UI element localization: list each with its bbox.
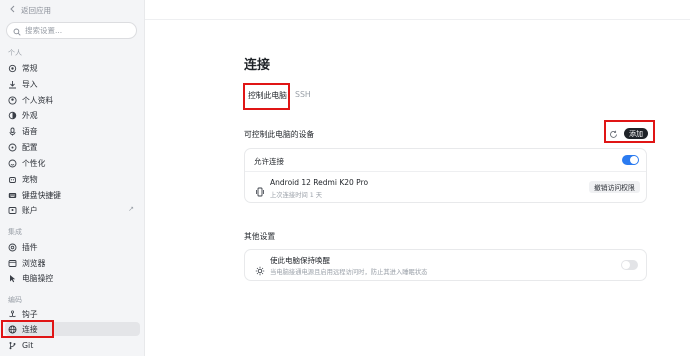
back-to-app-button[interactable]: 返回应用 — [9, 4, 51, 16]
sidebar-item-label: 个性化 — [22, 158, 46, 168]
sidebar-item-label: 插件 — [22, 242, 38, 252]
sidebar-item-label: 语音 — [22, 126, 38, 136]
sidebar-item-hooks[interactable]: 钩子 — [5, 307, 140, 321]
keep-awake-label: 使此电脑保持唤醒 — [270, 256, 330, 265]
sidebar-item-browser[interactable]: 浏览器 — [5, 256, 140, 270]
pet-icon — [8, 175, 17, 184]
sidebar-item-personalization[interactable]: 个性化 — [5, 156, 140, 170]
sidebar-item-appearance[interactable]: 外观 — [5, 108, 140, 122]
sidebar-item-import[interactable]: 导入 — [5, 77, 140, 91]
allow-connection-toggle[interactable] — [622, 155, 639, 165]
back-label: 返回应用 — [21, 5, 51, 15]
sidebar-item-general[interactable]: 常规 — [5, 61, 140, 75]
sidebar-item-profile[interactable]: 个人资料 — [5, 93, 140, 107]
sidebar-item-label: 钩子 — [22, 309, 38, 319]
sidebar-item-account[interactable]: 账户 ↗ — [5, 203, 140, 217]
keyboard-icon — [8, 191, 17, 200]
sidebar-item-label: 键盘快捷键 — [22, 190, 61, 200]
sidebar-item-shortcuts[interactable]: 键盘快捷键 — [5, 188, 140, 202]
group-label-integrations: 集成 — [8, 228, 22, 236]
tab-ssh[interactable]: SSH — [295, 90, 311, 99]
revoke-access-button[interactable]: 撤销访问权限 — [589, 181, 640, 193]
other-settings-title: 其他设置 — [244, 232, 276, 241]
group-label-coding: 编码 — [8, 296, 22, 304]
allow-connection-label: 允许连接 — [254, 157, 284, 166]
smile-icon — [8, 159, 17, 168]
sidebar-item-git[interactable]: Git — [5, 338, 140, 352]
sun-icon — [255, 261, 265, 280]
keep-awake-toggle[interactable] — [621, 260, 638, 270]
sidebar: 返回应用 个人 常规 导入 个人资料 外观 语音 配置 个性化 宠物 — [0, 0, 145, 356]
sidebar-item-computer-control[interactable]: 电脑操控 — [5, 271, 140, 285]
sidebar-item-label: 宠物 — [22, 174, 38, 184]
search-icon — [13, 21, 21, 40]
vibrate-phone-icon — [255, 182, 265, 201]
sidebar-item-voice[interactable]: 语音 — [5, 124, 140, 138]
plugin-icon — [8, 243, 17, 252]
keep-awake-description: 当电脑接通电源且启用远程访问时，防止其进入睡眠状态 — [270, 269, 428, 276]
sidebar-item-label: Git — [22, 340, 34, 350]
page-title: 连接 — [244, 58, 271, 73]
device-last-connected: 上次连接时间 1 天 — [270, 192, 323, 199]
sidebar-item-label: 个人资料 — [22, 95, 54, 105]
group-label-personal: 个人 — [8, 49, 22, 57]
toggle-knob — [630, 156, 638, 164]
other-settings-card: 使此电脑保持唤醒 当电脑接通电源且启用远程访问时，防止其进入睡眠状态 — [244, 249, 647, 281]
search-input[interactable] — [25, 26, 125, 35]
arrow-left-icon — [9, 5, 17, 15]
highlight-box-tab — [243, 83, 290, 110]
sidebar-item-label: 外观 — [22, 110, 38, 120]
hook-icon — [8, 309, 17, 319]
microphone-icon — [8, 127, 17, 136]
search-box[interactable] — [6, 22, 137, 39]
sidebar-item-plugins[interactable]: 插件 — [5, 240, 140, 254]
devices-card: 允许连接 Android 12 Redmi K20 Pro 上次连接时间 1 天 — [244, 148, 647, 203]
highlight-box-actions — [604, 120, 655, 143]
row-divider — [245, 171, 646, 172]
sidebar-item-label: 配置 — [22, 142, 38, 152]
sidebar-item-label: 导入 — [22, 79, 38, 89]
sidebar-item-pet[interactable]: 宠物 — [5, 172, 140, 186]
cursor-icon — [8, 274, 17, 283]
device-name: Android 12 Redmi K20 Pro — [270, 178, 369, 187]
git-branch-icon — [8, 341, 17, 350]
sidebar-item-label: 账户 — [22, 205, 38, 215]
external-link-icon: ↗ — [128, 205, 134, 213]
sun-icon — [8, 111, 17, 120]
sidebar-item-label: 电脑操控 — [22, 273, 54, 283]
import-icon — [8, 80, 17, 89]
user-icon — [8, 95, 17, 105]
devices-section-title: 可控制此电脑的设备 — [244, 130, 315, 139]
account-icon — [8, 206, 17, 215]
highlight-box-nav — [1, 320, 54, 338]
sidebar-item-label: 浏览器 — [22, 258, 46, 268]
browser-icon — [8, 259, 17, 268]
toggle-knob — [622, 261, 630, 269]
gear-icon — [8, 64, 17, 73]
header-divider — [145, 19, 690, 20]
sidebar-item-label: 常规 — [22, 63, 38, 73]
sliders-icon — [8, 143, 17, 152]
sidebar-item-config[interactable]: 配置 — [5, 140, 140, 154]
